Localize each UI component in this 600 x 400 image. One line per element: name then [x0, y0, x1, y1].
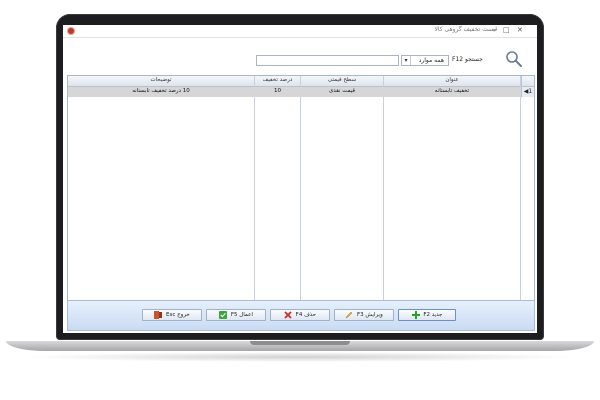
maximize-window-icon[interactable]: □	[503, 26, 510, 35]
search-input[interactable]	[256, 55, 399, 66]
cell-description[interactable]: 10 درصد تخفیف تابستانه	[68, 88, 254, 94]
plus-icon	[411, 310, 420, 319]
cell-price-level[interactable]: قیمت نقدی	[301, 88, 383, 94]
row-indicator-header	[521, 76, 534, 86]
column-divider	[383, 76, 384, 300]
column-header-description[interactable]: توضیحات	[68, 77, 254, 83]
exit-button-label: خروج Esc	[165, 312, 190, 318]
row-indicator[interactable]: ◀1	[521, 87, 534, 97]
close-window-icon[interactable]: ✕	[517, 26, 523, 35]
laptop-notch	[250, 341, 350, 345]
x-icon	[284, 310, 292, 319]
button-bar: جدید F2 ویرایش F3 حذف F4 اعمال F5 خروج E…	[67, 300, 535, 331]
edit-button[interactable]: ویرایش F3	[334, 309, 394, 321]
laptop-shadow	[20, 352, 580, 362]
app-window: ✕ □ − لیست تخفیف گروهی کالا ▾ همه موارد …	[63, 25, 537, 333]
exit-button[interactable]: خروج Esc	[142, 309, 202, 321]
column-divider	[300, 76, 301, 300]
new-button[interactable]: جدید F2	[398, 309, 456, 321]
column-header-price-level[interactable]: سطح قیمتی	[301, 77, 383, 83]
search-label: جستجو F12	[452, 56, 483, 63]
check-icon	[219, 310, 228, 319]
column-divider	[520, 76, 521, 300]
window-title: لیست تخفیف گروهی کالا	[434, 26, 497, 33]
app-logo-icon	[67, 27, 75, 35]
cell-title[interactable]: تخفیف تابستانه	[384, 88, 520, 94]
search-icon[interactable]	[505, 50, 523, 68]
filter-selected-value: همه موارد	[418, 57, 444, 64]
new-button-label: جدید F2	[423, 312, 443, 318]
filter-dropdown[interactable]: ▾ همه موارد	[401, 55, 449, 66]
pencil-icon	[345, 311, 353, 318]
apply-button[interactable]: اعمال F5	[206, 309, 266, 321]
column-divider	[254, 76, 255, 300]
apply-button-label: اعمال F5	[230, 312, 253, 318]
title-bar: ✕ □ − لیست تخفیف گروهی کالا	[63, 25, 537, 38]
column-header-title[interactable]: عنوان	[384, 77, 520, 83]
delete-button-label: حذف F4	[295, 312, 317, 318]
exit-icon	[154, 310, 163, 319]
edit-button-label: ویرایش F3	[357, 312, 383, 318]
chevron-down-icon[interactable]: ▾	[402, 56, 411, 65]
cell-discount-percent[interactable]: 10	[255, 88, 300, 94]
delete-button[interactable]: حذف F4	[270, 309, 330, 321]
column-header-discount-percent[interactable]: درصد تخفیف	[255, 77, 300, 83]
data-grid: عنوان سطح قیمتی درصد تخفیف توضیحات ◀1 تخ…	[67, 75, 535, 301]
